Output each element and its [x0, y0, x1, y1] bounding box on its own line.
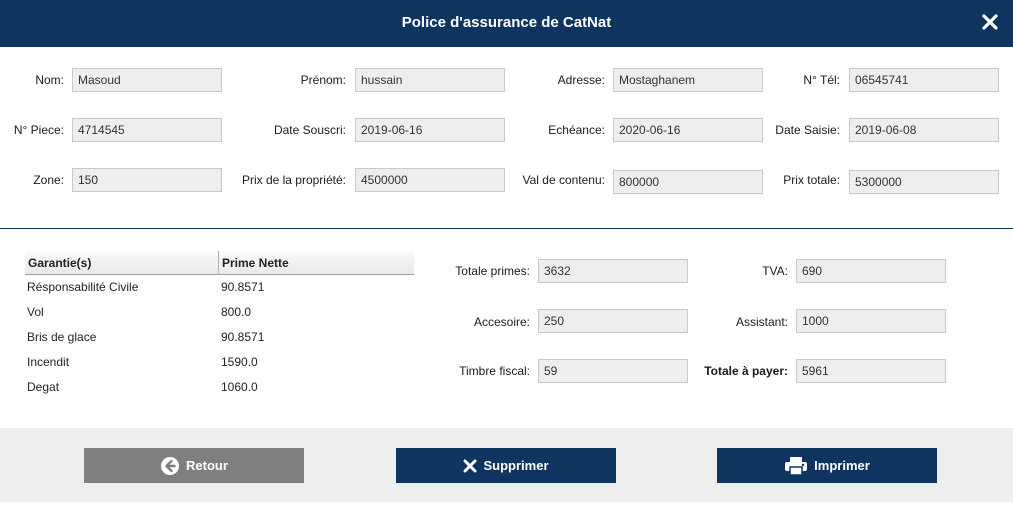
- tel-field[interactable]: [849, 68, 999, 92]
- arrow-left-circle-icon: [160, 456, 180, 476]
- column-header-garantie[interactable]: Garantie(s): [28, 256, 91, 270]
- adresse-label: Adresse:: [557, 73, 605, 87]
- totale-primes-field[interactable]: [538, 259, 688, 283]
- date-souscri-label: Date Souscri:: [273, 123, 346, 137]
- retour-button[interactable]: Retour: [84, 448, 304, 483]
- table-row[interactable]: Bris de glace 90.8571: [25, 325, 414, 350]
- tel-label: N° Tél:: [803, 73, 840, 87]
- imprimer-label: Imprimer: [814, 458, 870, 473]
- garantie-name: Incendit: [27, 355, 70, 369]
- prenom-label: Prénom:: [300, 73, 346, 87]
- zone-label: Zone:: [33, 173, 64, 187]
- column-header-prime[interactable]: Prime Nette: [222, 256, 289, 270]
- accesoire-label: Accesoire:: [473, 315, 530, 329]
- prix-totale-label: Prix totale:: [783, 173, 840, 187]
- table-header: Garantie(s) Prime Nette: [25, 251, 414, 275]
- supprimer-button[interactable]: Supprimer: [396, 448, 616, 483]
- garantie-name: Résponsabilité Civile: [27, 280, 139, 294]
- prix-totale-field[interactable]: [849, 170, 999, 194]
- garantie-name: Bris de glace: [27, 330, 97, 344]
- title-bar: Police d'assurance de CatNat: [0, 0, 1013, 47]
- imprimer-button[interactable]: Imprimer: [717, 448, 937, 483]
- totale-payer-field[interactable]: [796, 359, 946, 383]
- section-divider: [0, 228, 1013, 229]
- date-saisie-label: Date Saisie:: [775, 123, 840, 137]
- timbre-field[interactable]: [538, 359, 688, 383]
- val-contenu-field[interactable]: [613, 170, 763, 194]
- supprimer-label: Supprimer: [483, 458, 549, 473]
- garantie-prime: 1060.0: [221, 380, 258, 394]
- tva-field[interactable]: [796, 259, 946, 283]
- table-row[interactable]: Degat 1060.0: [25, 375, 414, 400]
- table-row[interactable]: Vol 800.0: [25, 300, 414, 325]
- close-icon: [463, 459, 477, 473]
- garantie-prime: 1590.0: [221, 355, 258, 369]
- totale-payer-label: Totale à payer:: [704, 364, 788, 378]
- date-saisie-field[interactable]: [849, 118, 999, 142]
- close-icon[interactable]: [979, 11, 1001, 33]
- garantie-name: Vol: [27, 305, 44, 319]
- prenom-field[interactable]: [355, 68, 505, 92]
- accesoire-field[interactable]: [538, 309, 688, 333]
- assistant-field[interactable]: [796, 309, 946, 333]
- garanties-table: Garantie(s) Prime Nette Résponsabilité C…: [25, 251, 414, 400]
- window-title: Police d'assurance de CatNat: [401, 14, 612, 31]
- echeance-field[interactable]: [613, 118, 763, 142]
- prix-propriete-label: Prix de la propriété:: [241, 173, 346, 187]
- timbre-label: Timbre fiscal:: [459, 364, 530, 378]
- action-bar: Retour Supprimer Imprimer: [0, 428, 1013, 502]
- tva-label: TVA:: [762, 264, 788, 278]
- table-row[interactable]: Incendit 1590.0: [25, 350, 414, 375]
- prix-propriete-field[interactable]: [355, 168, 505, 192]
- totale-primes-label: Totale primes:: [455, 264, 530, 278]
- garantie-prime: 90.8571: [221, 330, 265, 344]
- nom-label: Nom:: [35, 73, 64, 87]
- garantie-prime: 90.8571: [221, 280, 265, 294]
- nom-field[interactable]: [72, 68, 222, 92]
- echeance-label: Echéance:: [548, 123, 605, 137]
- adresse-field[interactable]: [613, 68, 763, 92]
- zone-field[interactable]: [72, 168, 222, 192]
- piece-label: N° Piece:: [13, 123, 64, 137]
- date-souscri-field[interactable]: [355, 118, 505, 142]
- piece-field[interactable]: [72, 118, 222, 142]
- retour-label: Retour: [186, 458, 228, 473]
- printer-icon: [784, 456, 808, 476]
- table-row[interactable]: Résponsabilité Civile 90.8571: [25, 275, 414, 300]
- val-contenu-label: Val de contenu:: [522, 173, 605, 187]
- assistant-label: Assistant:: [735, 315, 788, 329]
- garantie-prime: 800.0: [221, 305, 252, 319]
- garantie-name: Degat: [27, 380, 60, 394]
